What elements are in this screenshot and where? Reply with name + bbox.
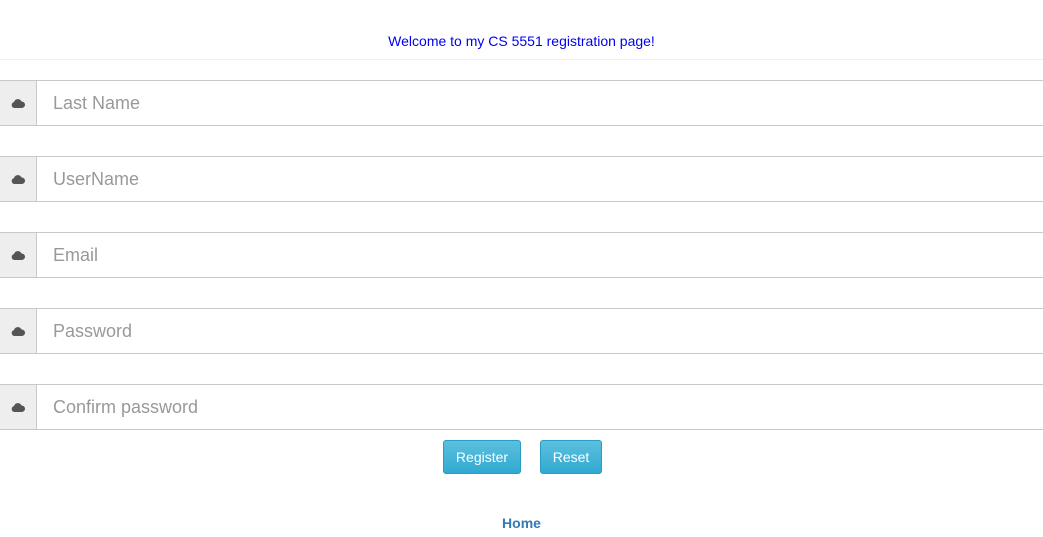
reset-button[interactable]: Reset: [540, 440, 602, 474]
last-name-input[interactable]: [37, 81, 1043, 125]
cloud-icon: [0, 385, 37, 429]
welcome-message: Welcome to my CS 5551 registration page!: [388, 33, 655, 49]
email-field-group: [0, 232, 1043, 278]
home-link[interactable]: Home: [0, 515, 1043, 531]
cloud-icon: [0, 81, 37, 125]
confirm-password-field-group: [0, 384, 1043, 430]
username-input[interactable]: [37, 157, 1043, 201]
cloud-icon: [0, 309, 37, 353]
password-field-group: [0, 308, 1043, 354]
page-header: Welcome to my CS 5551 registration page!: [0, 0, 1043, 60]
email-input[interactable]: [37, 233, 1043, 277]
username-field-group: [0, 156, 1043, 202]
password-input[interactable]: [37, 309, 1043, 353]
last-name-field-group: [0, 80, 1043, 126]
confirm-password-input[interactable]: [37, 385, 1043, 429]
register-button[interactable]: Register: [443, 440, 521, 474]
cloud-icon: [0, 157, 37, 201]
cloud-icon: [0, 233, 37, 277]
